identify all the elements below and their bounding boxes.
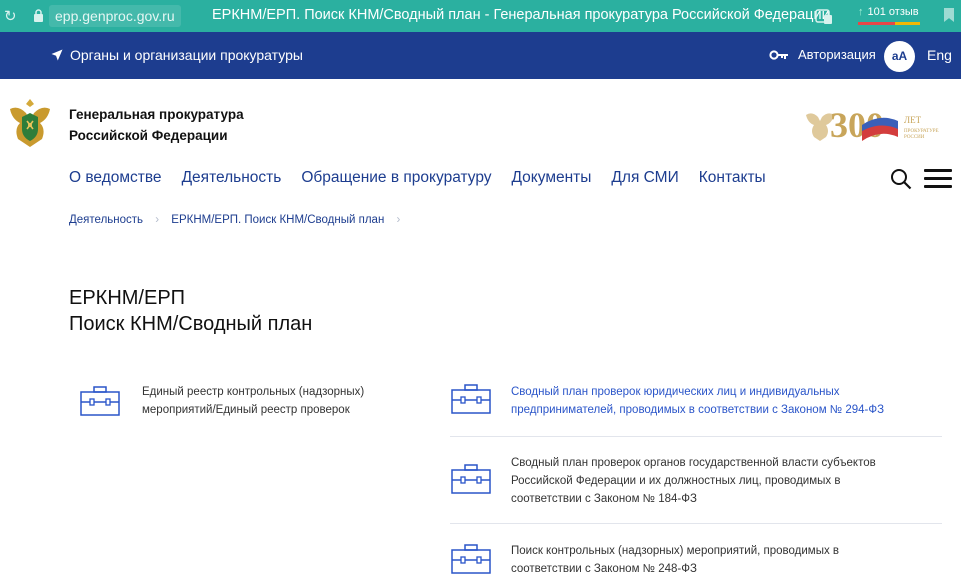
card-plan-184[interactable]: Сводный план проверок органов государств… [511,454,876,508]
org-link[interactable]: Органы и организации прокуратуры [51,47,303,63]
briefcase-icon [451,544,491,574]
page-title-line1: ЕРКНМ/ЕРП [69,287,186,309]
extension-icon[interactable] [815,7,833,25]
nav-item-about[interactable]: О ведомстве [69,169,162,187]
menu-icon[interactable] [924,169,952,189]
jubilee-small-3: РОССИИ [904,135,925,140]
reviews-badge[interactable]: ↑ 101 отзыв [858,6,920,25]
auth-label: Авторизация [798,47,876,62]
card-plan-184-line2: Российской Федерации и их должностных ли… [511,475,841,487]
card-knm-248-line2: соответствии с Законом № 248-ФЗ [511,563,697,575]
breadcrumb: Деятельность › ЕРКНМ/ЕРП. Поиск КНМ/Свод… [69,214,409,226]
card-plan-294-line2: предпринимателей, проводимых в соответст… [511,404,885,416]
divider [450,436,942,437]
nav-item-contacts[interactable]: Контакты [699,169,766,187]
nav-item-activity[interactable]: Деятельность [182,169,282,187]
page-title: ЕРКНМ/ЕРП Поиск КНМ/Сводный план [69,285,312,337]
card-knm-248[interactable]: Поиск контрольных (надзорных) мероприяти… [511,542,839,578]
card-plan-294[interactable]: Сводный план проверок юридических лиц и … [511,383,884,419]
briefcase-icon [451,384,491,414]
card-plan-184-line3: соответствии с Законом № 184-ФЗ [511,493,697,505]
service-bar: Органы и организации прокуратуры Авториз… [0,32,961,79]
emblem-logo[interactable] [4,95,56,151]
card-plan-184-line1: Сводный план проверок органов государств… [511,457,876,469]
search-icon[interactable] [890,168,912,190]
card-erknm[interactable]: Единый реестр контрольных (надзорных) ме… [142,383,364,419]
briefcase-icon [80,386,120,416]
font-size-toggle[interactable]: аА [884,41,915,72]
main-nav: О ведомстве Деятельность Обращение в про… [69,169,786,187]
lock-icon [34,9,43,22]
briefcase-icon [451,464,491,494]
divider [450,523,942,524]
location-arrow-icon [51,49,63,61]
reload-icon[interactable]: ↻ [4,7,17,25]
address-bar[interactable]: epp.genproc.gov.ru [49,5,181,27]
jubilee-small-1: ЛЕТ [904,115,922,125]
auth-button[interactable]: Авторизация [769,47,876,62]
language-switch[interactable]: Eng [927,47,952,63]
org-link-label: Органы и организации прокуратуры [70,47,303,63]
key-icon [769,49,788,60]
rating-bar [858,22,920,25]
nav-item-documents[interactable]: Документы [512,169,592,187]
breadcrumb-item-activity[interactable]: Деятельность [69,214,143,226]
jubilee-small-2: ПРОКУРАТУРЕ [904,129,939,134]
browser-bar: ↻ epp.genproc.gov.ru ЕРКНМ/ЕРП. Поиск КН… [0,0,961,32]
card-knm-248-line1: Поиск контрольных (надзорных) мероприяти… [511,545,840,557]
card-plan-294-line1: Сводный план проверок юридических лиц и … [511,386,840,398]
org-name-line2: Российской Федерации [69,128,228,143]
nav-item-appeal[interactable]: Обращение в прокуратуру [301,169,491,187]
page-title-line2: Поиск КНМ/Сводный план [69,313,313,335]
breadcrumb-separator: › [155,214,160,226]
arrow-up-icon: ↑ [858,6,864,18]
breadcrumb-item-current[interactable]: ЕРКНМ/ЕРП. Поиск КНМ/Сводный план [171,214,384,226]
org-name[interactable]: Генеральная прокуратура Российской Федер… [69,104,244,146]
jubilee-logo: 300 ЛЕТ ПРОКУРАТУРЕ РОССИИ [806,105,939,145]
browser-tab-title: ЕРКНМ/ЕРП. Поиск КНМ/Сводный план - Гене… [212,7,830,23]
breadcrumb-separator: › [396,214,401,226]
card-erknm-line2: мероприятий/Единый реестр проверок [142,404,350,416]
nav-item-media[interactable]: Для СМИ [611,169,678,187]
card-erknm-line1: Единый реестр контрольных (надзорных) [142,386,365,398]
org-name-line1: Генеральная прокуратура [69,107,244,122]
reviews-count: 101 отзыв [867,6,919,18]
bookmark-icon[interactable] [944,8,954,22]
